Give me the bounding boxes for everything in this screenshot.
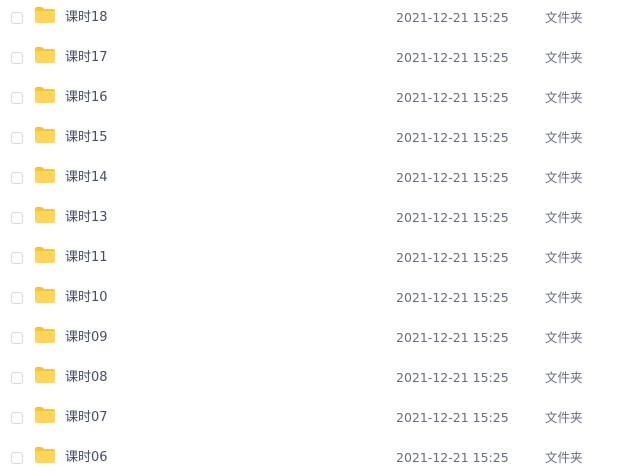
file-name[interactable]: 课时14 [65, 160, 108, 196]
folder-icon [35, 367, 55, 383]
modified-date: 2021-12-21 15:25 [396, 90, 509, 105]
row-checkbox[interactable] [11, 212, 23, 224]
modified-date: 2021-12-21 15:25 [396, 290, 509, 305]
file-name[interactable]: 课时13 [65, 200, 108, 236]
folder-icon [35, 167, 55, 183]
row-checkbox[interactable] [11, 12, 23, 24]
file-row[interactable]: 课时09 2021-12-21 15:25 文件夹 [0, 320, 626, 360]
modified-date: 2021-12-21 15:25 [396, 170, 509, 185]
file-row[interactable]: 课时14 2021-12-21 15:25 文件夹 [0, 160, 626, 200]
file-name[interactable]: 课时18 [65, 0, 108, 36]
file-type: 文件夹 [545, 90, 583, 105]
file-name[interactable]: 课时16 [65, 80, 108, 116]
modified-date: 2021-12-21 15:25 [396, 10, 509, 25]
file-name[interactable]: 课时11 [65, 240, 108, 276]
file-row[interactable]: 课时15 2021-12-21 15:25 文件夹 [0, 120, 626, 160]
folder-icon [35, 7, 55, 23]
modified-date: 2021-12-21 15:25 [396, 210, 509, 225]
modified-date: 2021-12-21 15:25 [396, 50, 509, 65]
file-type: 文件夹 [545, 290, 583, 305]
modified-date: 2021-12-21 15:25 [396, 410, 509, 425]
modified-date: 2021-12-21 15:25 [396, 250, 509, 265]
row-checkbox[interactable] [11, 452, 23, 464]
file-row[interactable]: 课时13 2021-12-21 15:25 文件夹 [0, 200, 626, 240]
modified-date: 2021-12-21 15:25 [396, 450, 509, 465]
row-checkbox[interactable] [11, 412, 23, 424]
file-name[interactable]: 课时10 [65, 280, 108, 316]
file-name[interactable]: 课时08 [65, 360, 108, 396]
file-name[interactable]: 课时15 [65, 120, 108, 156]
file-type: 文件夹 [545, 10, 583, 25]
file-name[interactable]: 课时06 [65, 440, 108, 471]
folder-icon [35, 327, 55, 343]
file-row[interactable]: 课时06 2021-12-21 15:25 文件夹 [0, 440, 626, 471]
folder-icon [35, 127, 55, 143]
folder-icon [35, 287, 55, 303]
row-checkbox[interactable] [11, 132, 23, 144]
folder-icon [35, 87, 55, 103]
file-row[interactable]: 课时18 2021-12-21 15:25 文件夹 [0, 0, 626, 40]
modified-date: 2021-12-21 15:25 [396, 330, 509, 345]
file-row[interactable]: 课时08 2021-12-21 15:25 文件夹 [0, 360, 626, 400]
file-type: 文件夹 [545, 170, 583, 185]
file-type: 文件夹 [545, 330, 583, 345]
row-checkbox[interactable] [11, 92, 23, 104]
file-row[interactable]: 课时10 2021-12-21 15:25 文件夹 [0, 280, 626, 320]
file-list: 课时18 2021-12-21 15:25 文件夹 课时17 2021-12-2… [0, 0, 626, 471]
file-type: 文件夹 [545, 450, 583, 465]
row-checkbox[interactable] [11, 172, 23, 184]
file-row[interactable]: 课时11 2021-12-21 15:25 文件夹 [0, 240, 626, 280]
row-checkbox[interactable] [11, 332, 23, 344]
folder-icon [35, 447, 55, 463]
file-type: 文件夹 [545, 210, 583, 225]
file-row[interactable]: 课时17 2021-12-21 15:25 文件夹 [0, 40, 626, 80]
row-checkbox[interactable] [11, 52, 23, 64]
file-name[interactable]: 课时17 [65, 40, 108, 76]
folder-icon [35, 47, 55, 63]
folder-icon [35, 407, 55, 423]
file-type: 文件夹 [545, 370, 583, 385]
file-type: 文件夹 [545, 410, 583, 425]
file-type: 文件夹 [545, 250, 583, 265]
file-row[interactable]: 课时07 2021-12-21 15:25 文件夹 [0, 400, 626, 440]
row-checkbox[interactable] [11, 292, 23, 304]
folder-icon [35, 247, 55, 263]
folder-icon [35, 207, 55, 223]
file-type: 文件夹 [545, 50, 583, 65]
modified-date: 2021-12-21 15:25 [396, 130, 509, 145]
row-checkbox[interactable] [11, 372, 23, 384]
file-name[interactable]: 课时07 [65, 400, 108, 436]
file-type: 文件夹 [545, 130, 583, 145]
modified-date: 2021-12-21 15:25 [396, 370, 509, 385]
file-row[interactable]: 课时16 2021-12-21 15:25 文件夹 [0, 80, 626, 120]
row-checkbox[interactable] [11, 252, 23, 264]
file-name[interactable]: 课时09 [65, 320, 108, 356]
